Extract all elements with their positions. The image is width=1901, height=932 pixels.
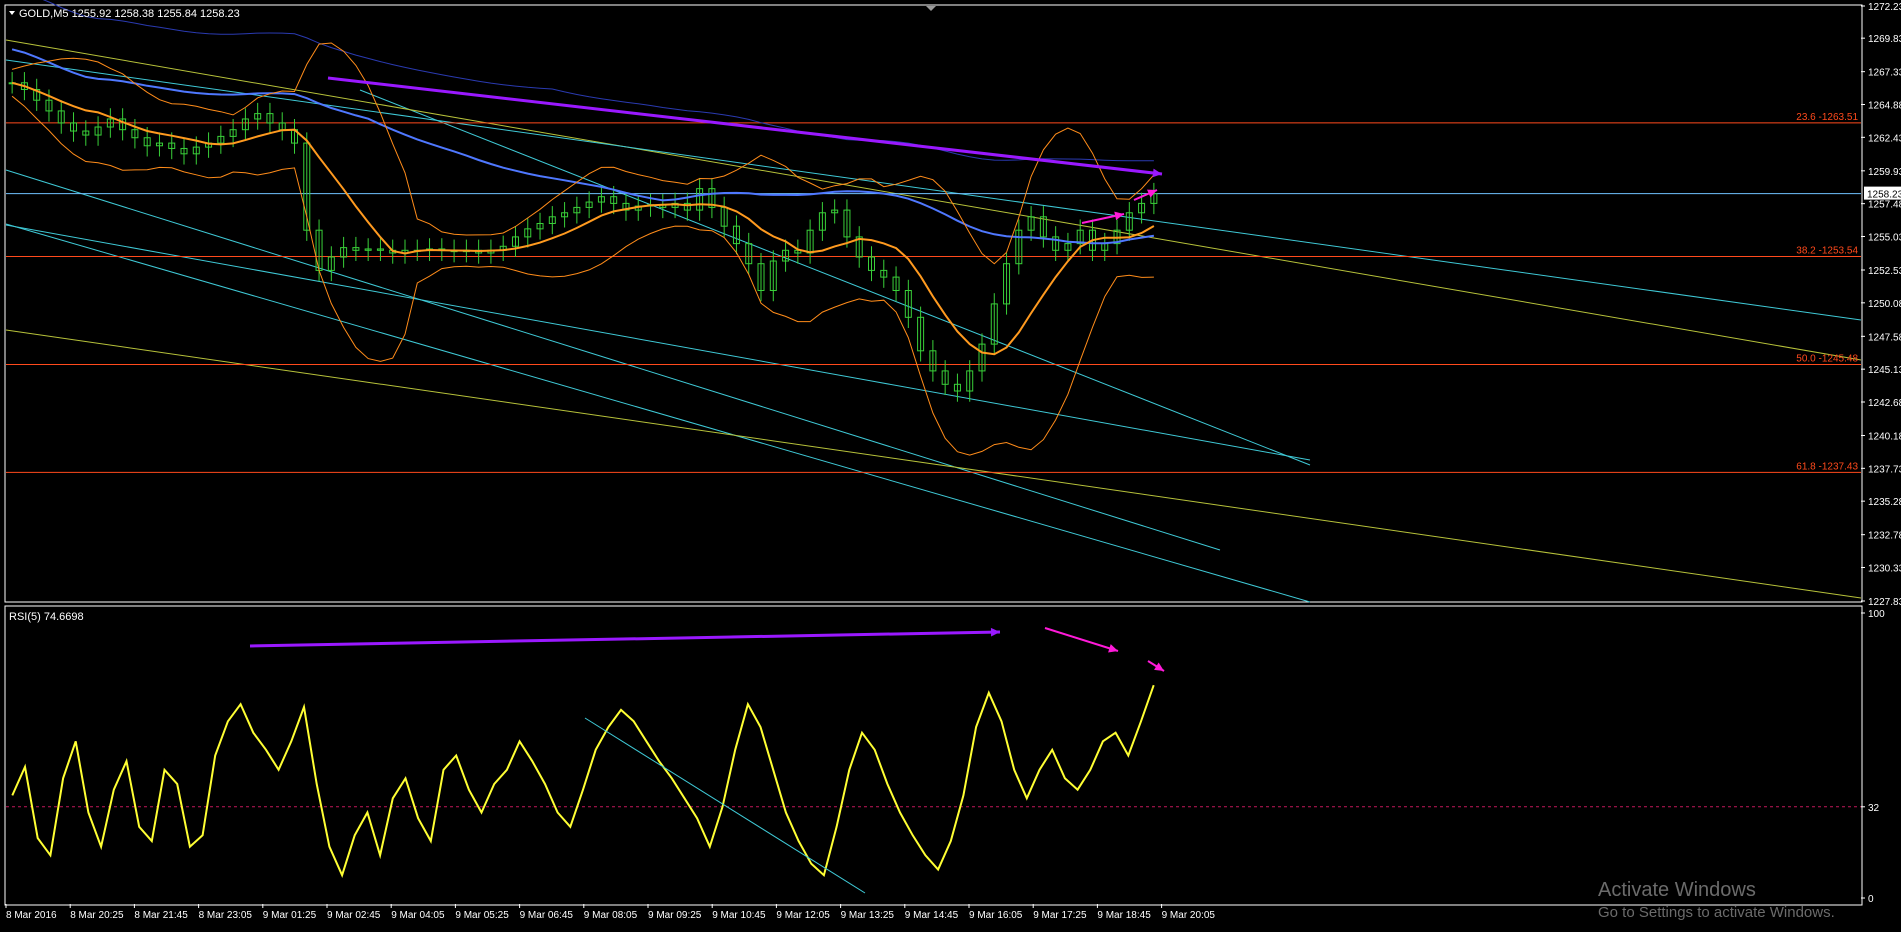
symbol-menu-icon[interactable] <box>9 11 15 15</box>
rsi-arrow-purple-head <box>990 627 1000 637</box>
current-price-tag-label: 1258.23 <box>1867 190 1901 201</box>
chart-canvas: 23.6 -1263.51 38.2 -1253.54 50.0 -1245.48 6… <box>4 0 1901 921</box>
fib-level-label: 38.2 -1253.54 <box>1796 245 1858 256</box>
time-tick-label: 9 Mar 08:05 <box>584 910 638 921</box>
rsi-line <box>11 684 1155 879</box>
main-plot-layer: 23.6 -1263.51 38.2 -1253.54 50.0 -1245.48 6… <box>5 0 1862 603</box>
time-tick-label: 9 Mar 16:05 <box>969 910 1023 921</box>
scroll-marker-icon[interactable] <box>926 6 936 11</box>
time-tick-label: 9 Mar 01:25 <box>263 910 317 921</box>
time-tick-label: 9 Mar 12:05 <box>776 910 830 921</box>
channel-line <box>5 224 1311 461</box>
price-tick-label: 1230.33 <box>1868 563 1901 574</box>
price-tick-label: 1257.48 <box>1868 200 1901 211</box>
price-tick-label: 1269.83 <box>1868 34 1901 45</box>
rsi-arrow-magenta-1-head <box>1108 644 1118 653</box>
time-tick-label: 9 Mar 17:25 <box>1033 910 1087 921</box>
activate-windows-subtitle: Go to Settings to activate Windows. <box>1598 904 1835 921</box>
rsi-tick-label: 32 <box>1868 803 1880 814</box>
rsi-arrow-purple <box>249 630 1001 648</box>
price-tick-label: 1255.03 <box>1868 232 1901 243</box>
price-tick-label: 1247.58 <box>1868 332 1901 343</box>
channel-line <box>359 89 1311 466</box>
rsi-tick-label: 0 <box>1868 894 1874 905</box>
ma-navy-line <box>42 0 1154 162</box>
channel-line <box>5 329 1862 599</box>
price-tick-label: 1250.08 <box>1868 299 1901 310</box>
price-tick-label: 1237.73 <box>1868 464 1901 475</box>
price-tick-label: 1262.43 <box>1868 133 1901 144</box>
ma-blue-line <box>11 48 1155 245</box>
time-tick-label: 9 Mar 05:25 <box>455 910 509 921</box>
time-tick-label: 8 Mar 23:05 <box>199 910 253 921</box>
rsi-tick-label: 100 <box>1868 609 1885 620</box>
trend-arrow-purple <box>327 76 1163 176</box>
time-tick-label: 9 Mar 14:45 <box>905 910 959 921</box>
price-tick-label: 1252.53 <box>1868 266 1901 277</box>
price-tick-label: 1272.23 <box>1868 2 1901 13</box>
activate-windows-title: Activate Windows <box>1598 879 1756 901</box>
rsi-plot-layer <box>6 627 1861 894</box>
price-tick-label: 1245.13 <box>1868 365 1901 376</box>
price-tick-label: 1240.18 <box>1868 431 1901 442</box>
main-pane-frame <box>4 4 1863 603</box>
fib-level-label: 50.0 -1245.48 <box>1796 353 1858 364</box>
time-tick-label: 9 Mar 13:25 <box>841 910 895 921</box>
fib-level-label: 61.8 -1237.43 <box>1796 461 1858 472</box>
rsi-header: RSI(5) 74.6698 <box>9 611 84 623</box>
time-tick-label: 9 Mar 02:45 <box>327 910 381 921</box>
price-tick-label: 1264.88 <box>1868 100 1901 111</box>
time-tick-label: 8 Mar 21:45 <box>134 910 188 921</box>
time-tick-label: 9 Mar 20:05 <box>1162 910 1216 921</box>
channel-line <box>5 39 1862 361</box>
price-tick-label: 1267.33 <box>1868 68 1901 79</box>
rsi-trend-line <box>584 717 866 894</box>
time-tick-label: 8 Mar 20:25 <box>70 910 124 921</box>
time-tick-label: 9 Mar 06:45 <box>520 910 574 921</box>
channel-line <box>5 169 1221 551</box>
channel-line <box>5 59 1862 321</box>
time-tick-label: 8 Mar 2016 <box>6 910 57 921</box>
axis-layer: 1272.23 1269.83 1267.33 1264.88 1262.43 1259.… <box>5 2 1901 921</box>
ma-orange-line <box>11 81 1155 356</box>
time-tick-label: 9 Mar 09:25 <box>648 910 702 921</box>
price-tick-label: 1235.28 <box>1868 497 1901 508</box>
symbol-header: GOLD,M5 1255.92 1258.38 1255.84 1258.23 <box>19 8 240 20</box>
trend-arrow-magenta-1-head <box>1114 211 1124 221</box>
rsi-pane-frame <box>4 605 1863 906</box>
fib-level-label: 23.6 -1263.51 <box>1796 112 1858 123</box>
time-tick-label: 9 Mar 10:45 <box>712 910 766 921</box>
rsi-arrow-magenta-1 <box>1044 627 1119 652</box>
price-tick-label: 1227.83 <box>1868 597 1901 608</box>
time-tick-label: 9 Mar 18:45 <box>1097 910 1151 921</box>
time-tick-label: 9 Mar 04:05 <box>391 910 445 921</box>
price-tick-label: 1232.78 <box>1868 531 1901 542</box>
price-tick-label: 1259.93 <box>1868 167 1901 178</box>
price-tick-label: 1242.68 <box>1868 398 1901 409</box>
